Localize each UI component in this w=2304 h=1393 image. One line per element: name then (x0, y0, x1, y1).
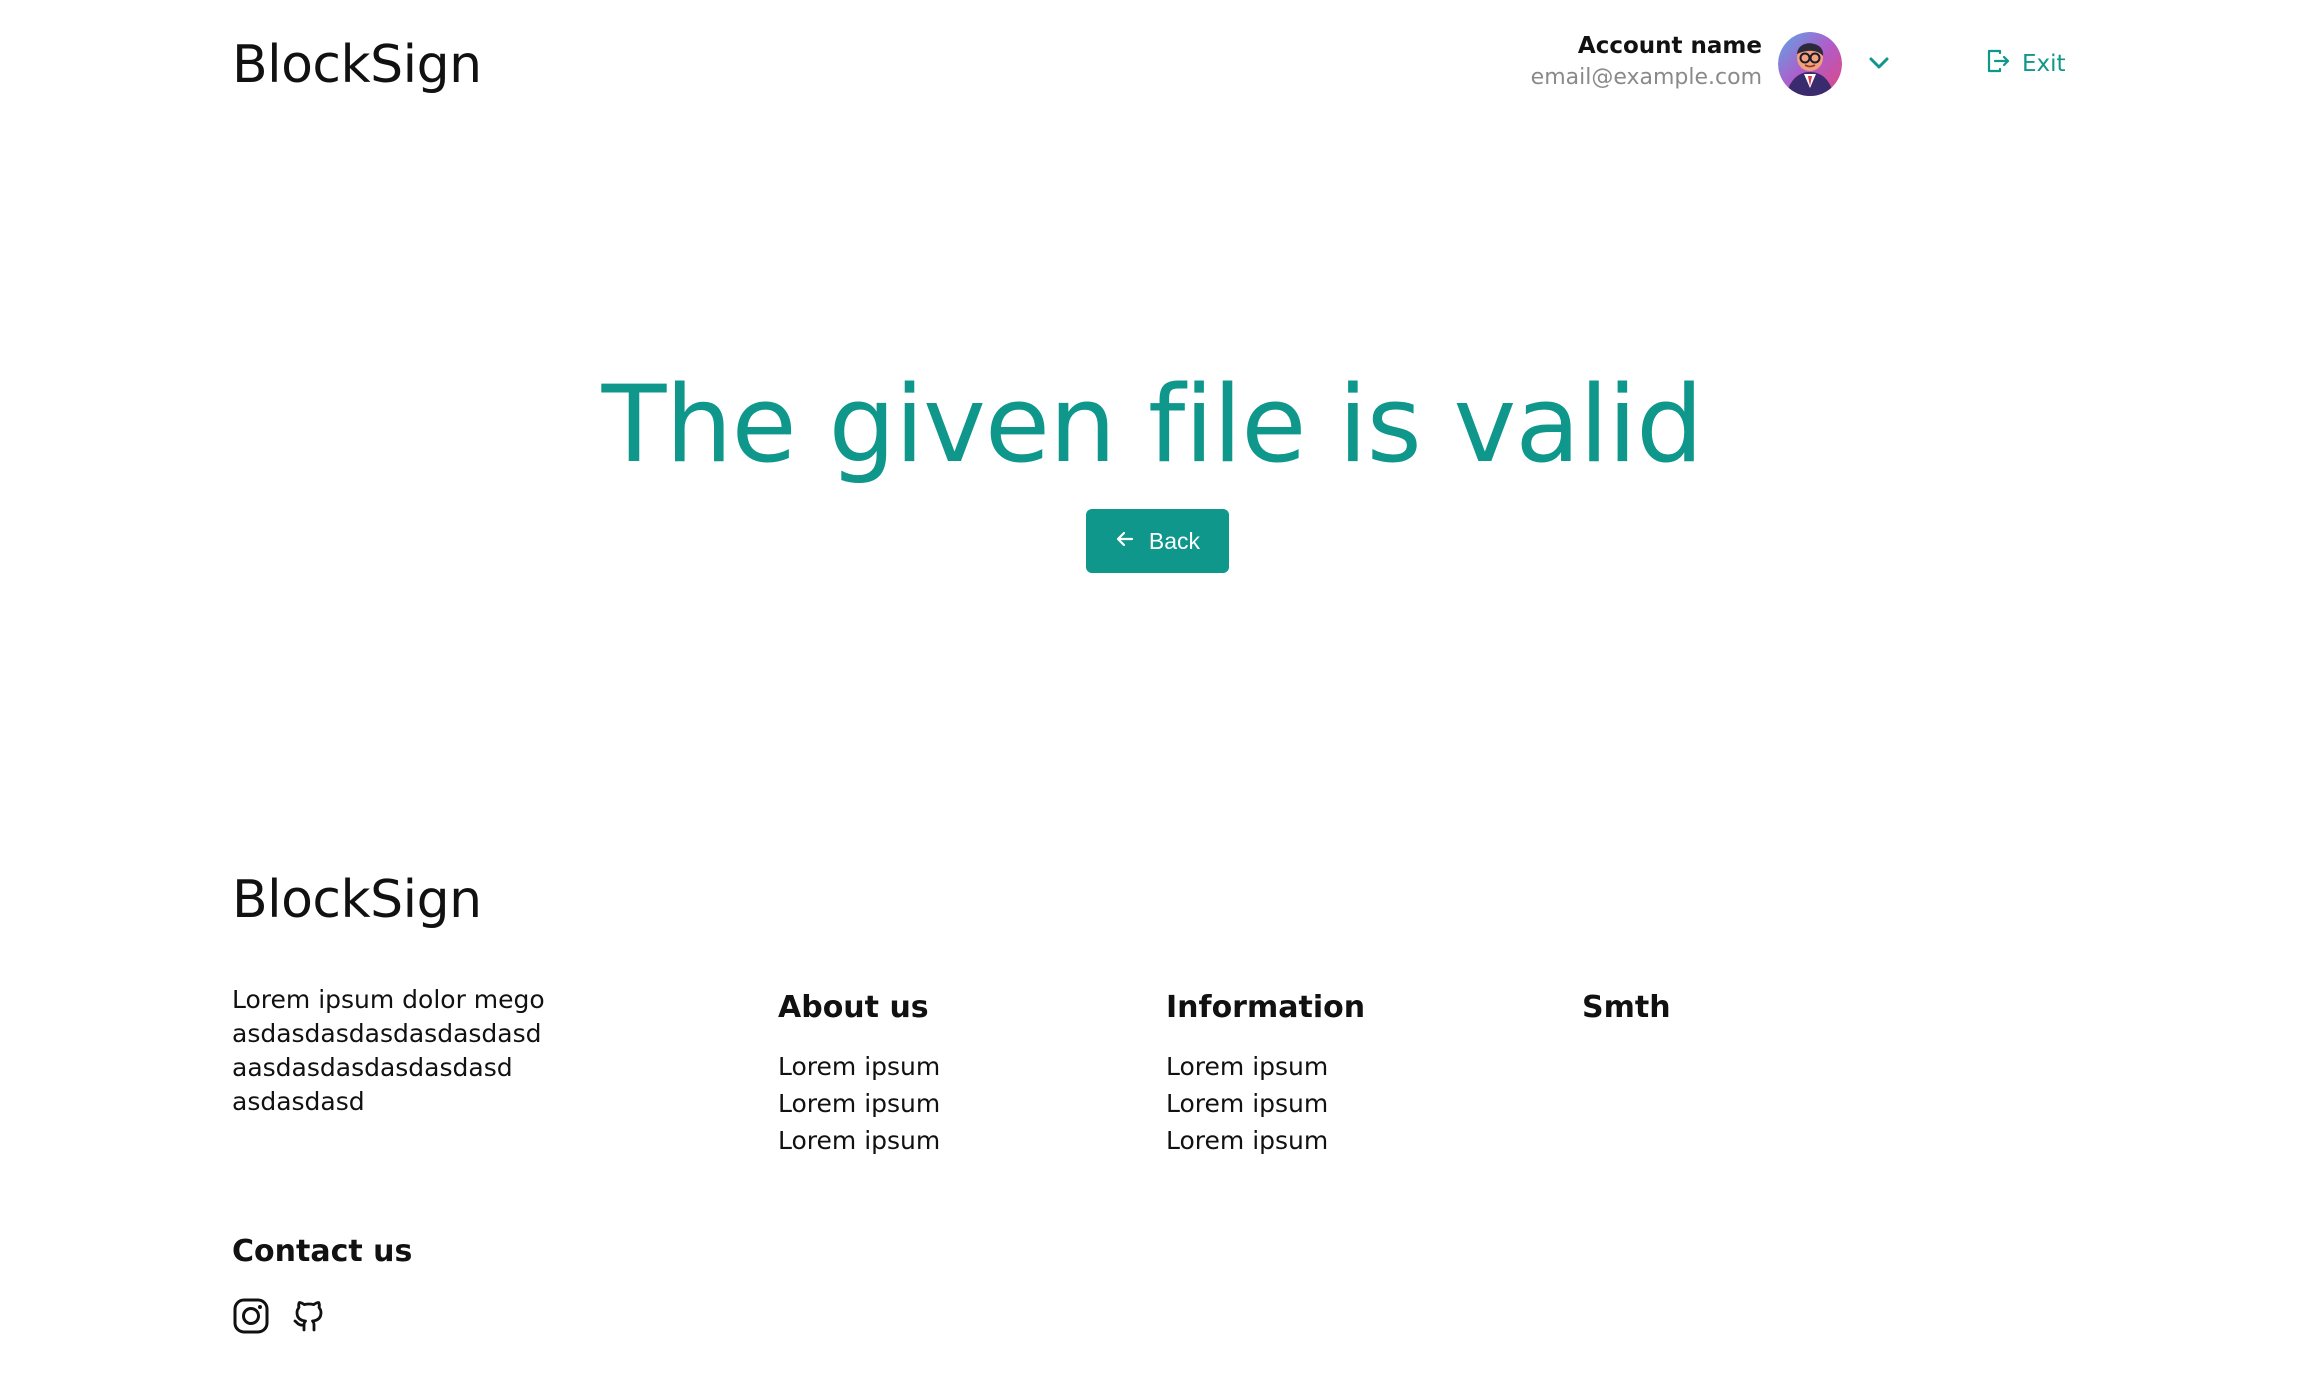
account-email: email@example.com (1530, 65, 1762, 90)
account-name: Account name (1577, 33, 1762, 59)
footer-description-line: aasdasdasdasdasdasd (232, 1053, 513, 1082)
footer-column-title: About us (778, 990, 929, 1025)
instagram-icon[interactable] (232, 1297, 270, 1335)
footer-description-line: Lorem ipsum dolor mego (232, 985, 545, 1014)
footer-column-about: About us Lorem ipsum Lorem ipsum Lorem i… (778, 988, 940, 1159)
brand-logo[interactable]: BlockSign (232, 30, 482, 100)
github-icon[interactable] (290, 1297, 328, 1335)
avatar[interactable] (1778, 32, 1842, 96)
footer-link[interactable]: Lorem ipsum (778, 1122, 940, 1159)
footer-column-smth: Smth (1582, 988, 1671, 1048)
arrow-left-icon (1115, 528, 1135, 555)
footer-column-title: Information (1166, 990, 1366, 1025)
contact-title: Contact us (232, 1234, 413, 1269)
footer-link[interactable]: Lorem ipsum (778, 1085, 940, 1122)
back-label: Back (1148, 527, 1201, 554)
footer-brand: BlockSign (232, 870, 482, 930)
logout-icon (1986, 48, 2010, 80)
result-title: The given file is valid (601, 363, 1704, 486)
exit-button[interactable]: Exit (1986, 46, 2066, 82)
back-button[interactable]: Back (1086, 509, 1229, 573)
account-info[interactable]: Account name email@example.com (1531, 30, 1762, 94)
chevron-down-icon[interactable] (1866, 50, 1892, 76)
footer-description: Lorem ipsum dolor mego asdasdasdasdasdas… (232, 983, 632, 1119)
footer-column-information: Information Lorem ipsum Lorem ipsum Lore… (1166, 988, 1365, 1159)
footer-link[interactable]: Lorem ipsum (778, 1048, 940, 1085)
site-header: BlockSign Account name email@example.com (0, 0, 2304, 130)
footer-description-line: asdasdasd (232, 1087, 365, 1116)
footer-link[interactable]: Lorem ipsum (1166, 1085, 1365, 1122)
footer-link[interactable]: Lorem ipsum (1166, 1122, 1365, 1159)
footer-column-title: Smth (1582, 990, 1671, 1025)
exit-label: Exit (2022, 51, 2066, 77)
footer-link[interactable]: Lorem ipsum (1166, 1048, 1365, 1085)
footer-description-line: asdasdasdasdasdasdasd (232, 1019, 542, 1048)
